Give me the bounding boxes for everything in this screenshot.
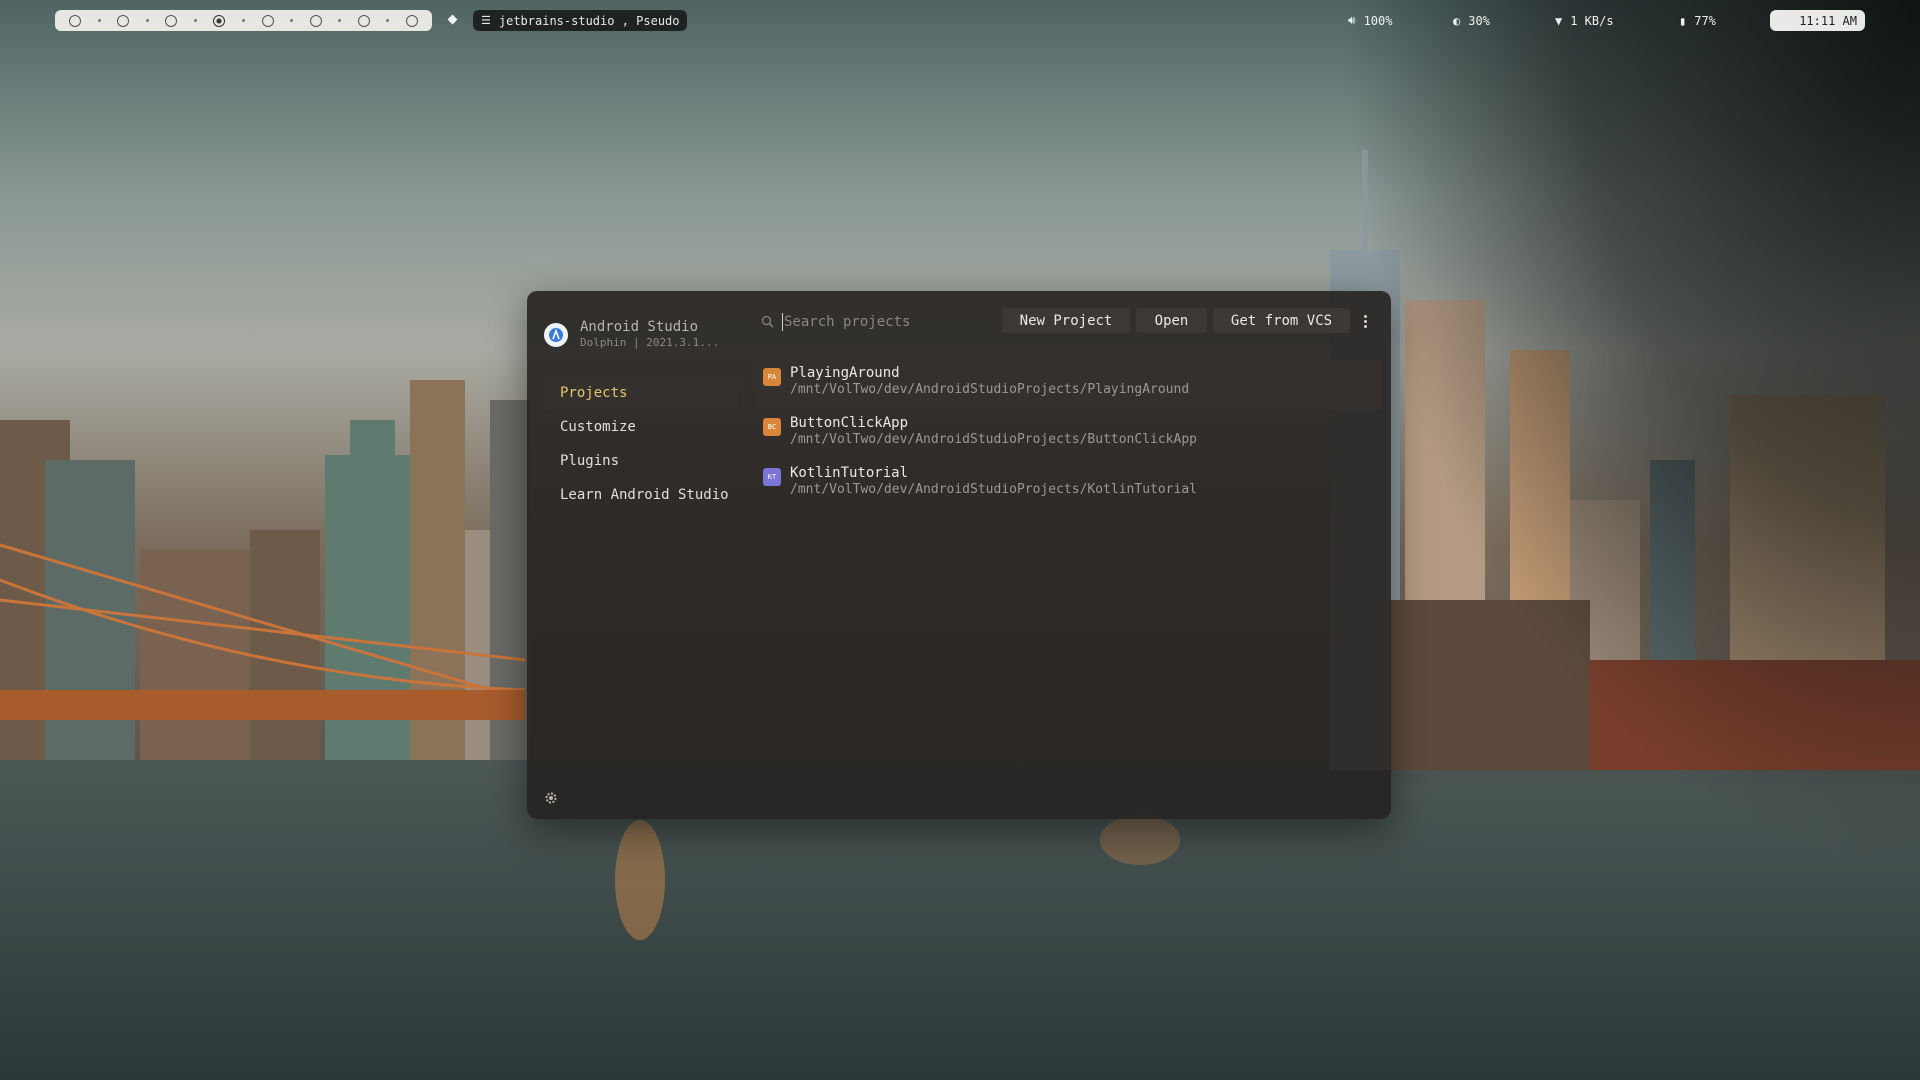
workspace-5[interactable]: [261, 14, 274, 27]
sidebar-item-customize[interactable]: Customize: [544, 410, 739, 444]
android-studio-welcome-dialog: Android Studio Dolphin | 2021.3.1... Pro…: [527, 291, 1391, 819]
active-window-indicator[interactable]: ☰ jetbrains-studio , Pseudo: [473, 10, 687, 31]
project-badge: KT: [763, 468, 781, 486]
project-badge: BC: [763, 418, 781, 436]
workspace-separator: [290, 19, 294, 22]
sidebar-nav: Projects Customize Plugins Learn Android…: [544, 376, 739, 512]
project-name: KotlinTutorial: [790, 465, 909, 481]
clock[interactable]: 11:11 AM: [1770, 10, 1865, 31]
open-button[interactable]: Open: [1136, 308, 1207, 333]
android-studio-logo-icon: [544, 323, 568, 347]
gear-icon[interactable]: [544, 790, 558, 804]
project-search: [761, 310, 1001, 334]
search-input[interactable]: [782, 313, 986, 331]
network-indicator[interactable]: ▼ 1 KB/s: [1555, 10, 1614, 31]
speaker-icon: 🔊︎: [1348, 13, 1356, 27]
app-name: Android Studio: [580, 319, 699, 335]
wifi-icon: ▼: [1555, 13, 1563, 28]
more-options-icon[interactable]: [1359, 311, 1371, 331]
workspace-8[interactable]: [405, 14, 418, 27]
get-from-vcs-button[interactable]: Get from VCS: [1213, 308, 1350, 333]
project-name: ButtonClickApp: [790, 415, 909, 431]
workspace-7[interactable]: [357, 14, 370, 27]
app-version: Dolphin | 2021.3.1...: [580, 336, 720, 349]
project-path: /mnt/VolTwo/dev/AndroidStudioProjects/Ko…: [790, 482, 1197, 497]
brightness-indicator[interactable]: ◐ 30%: [1453, 10, 1490, 31]
sidebar-item-learn[interactable]: Learn Android Studio: [544, 478, 739, 512]
workspace-3[interactable]: [165, 14, 178, 27]
workspace-separator: [241, 19, 245, 22]
brightness-value: 30%: [1468, 13, 1490, 28]
recent-projects-list: PA PlayingAround/mnt/VolTwo/dev/AndroidSt…: [756, 360, 1381, 510]
workspace-separator: [338, 19, 342, 22]
project-row[interactable]: PA PlayingAround/mnt/VolTwo/dev/AndroidSt…: [756, 360, 1381, 410]
workspace-4[interactable]: [213, 14, 226, 27]
new-project-button[interactable]: New Project: [1002, 308, 1130, 333]
workspace-6[interactable]: [309, 14, 322, 27]
battery-indicator[interactable]: ▮ 77%: [1679, 10, 1716, 31]
project-name: PlayingAround: [790, 365, 900, 381]
project-path: /mnt/VolTwo/dev/AndroidStudioProjects/Pl…: [790, 382, 1190, 397]
project-row[interactable]: BC ButtonClickApp/mnt/VolTwo/dev/AndroidS…: [756, 410, 1381, 460]
workspace-separator: [145, 19, 149, 22]
battery-icon: ▮: [1679, 13, 1687, 28]
app-brand: Android Studio Dolphin | 2021.3.1...: [544, 319, 719, 351]
project-row[interactable]: KT KotlinTutorial/mnt/VolTwo/dev/AndroidS…: [756, 460, 1381, 510]
sidebar-item-plugins[interactable]: Plugins: [544, 444, 739, 478]
sidebar-item-projects[interactable]: Projects: [544, 376, 739, 410]
project-badge: PA: [763, 368, 781, 386]
clock-time: 11:11 AM: [1799, 13, 1857, 28]
workspace-separator: [386, 19, 390, 22]
active-window-title: jetbrains-studio , Pseudo: [498, 13, 680, 28]
volume-value: 100%: [1363, 13, 1393, 28]
workspace-separator: [97, 19, 101, 22]
workspace-separator: [193, 19, 197, 22]
project-path: /mnt/VolTwo/dev/AndroidStudioProjects/Bu…: [790, 432, 1197, 447]
workspace-1[interactable]: [69, 14, 81, 27]
battery-value: 77%: [1694, 13, 1716, 28]
brightness-icon: ◐: [1453, 13, 1461, 28]
workspace-switcher: [55, 10, 432, 31]
window-list-icon: ☰: [481, 14, 491, 27]
volume-indicator[interactable]: 🔊︎ 100%: [1348, 10, 1392, 31]
workspace-2[interactable]: [117, 14, 130, 27]
network-value: 1 KB/s: [1570, 13, 1614, 28]
search-icon: [761, 313, 774, 332]
